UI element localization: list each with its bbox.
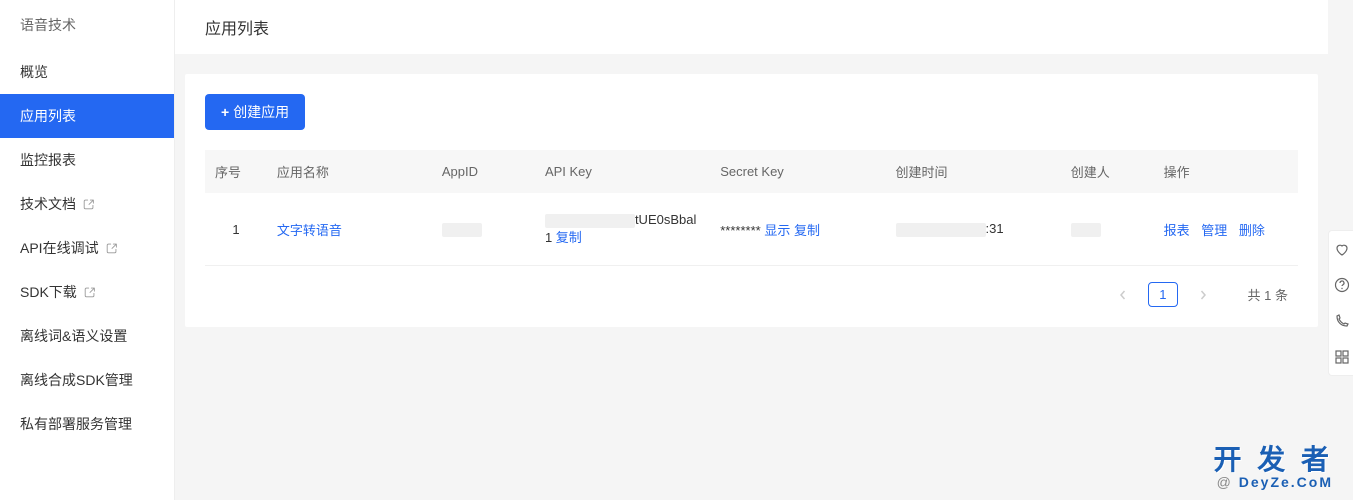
page-number-current[interactable]: 1 xyxy=(1148,282,1177,307)
th-action: 操作 xyxy=(1154,150,1298,193)
page-prev-button[interactable] xyxy=(1110,283,1136,307)
time-suffix: :31 xyxy=(986,221,1004,236)
page-total-text: 共 1 条 xyxy=(1248,285,1288,304)
watermark: 开 发 者 @ DeyZe.CoM xyxy=(1213,438,1333,490)
create-button-label: 创建应用 xyxy=(233,102,289,122)
th-secret: Secret Key xyxy=(710,150,885,193)
redacted-time-prefix xyxy=(896,223,986,237)
table-row: 1 文字转语音 tUE0sBbal1 复制 ******** xyxy=(205,193,1298,266)
external-link-icon xyxy=(105,241,119,255)
create-app-button[interactable]: + 创建应用 xyxy=(205,94,305,130)
th-appid: AppID xyxy=(432,150,535,193)
cell-creator xyxy=(1061,193,1154,266)
sidebar-header: 语音技术 xyxy=(0,0,174,50)
table-header-row: 序号 应用名称 AppID API Key Secret Key 创建时间 创建… xyxy=(205,150,1298,193)
redacted-apikey-prefix xyxy=(545,214,635,228)
float-toolbar xyxy=(1328,230,1353,376)
secret-show-link[interactable]: 显示 xyxy=(764,223,790,238)
app-name-link[interactable]: 文字转语音 xyxy=(277,223,342,238)
cell-appid xyxy=(432,193,535,266)
sidebar-item-label: 监控报表 xyxy=(20,150,76,170)
heart-icon xyxy=(1334,241,1350,257)
app-table: 序号 应用名称 AppID API Key Secret Key 创建时间 创建… xyxy=(205,150,1298,266)
sidebar-item-label: 应用列表 xyxy=(20,106,76,126)
sidebar: 语音技术 概览 应用列表 监控报表 技术文档 API在线调试 SDK下载 离线词… xyxy=(0,0,175,500)
float-help-button[interactable] xyxy=(1329,267,1353,303)
question-icon xyxy=(1334,277,1350,293)
sidebar-item-label: 技术文档 xyxy=(20,194,76,214)
watermark-main-text: 开 发 者 xyxy=(1213,438,1333,478)
action-delete-link[interactable]: 删除 xyxy=(1239,223,1265,238)
external-link-icon xyxy=(82,197,96,211)
chevron-right-icon xyxy=(1198,290,1208,300)
sidebar-item-sdk-download[interactable]: SDK下载 xyxy=(0,270,174,314)
redacted-creator xyxy=(1071,223,1101,237)
cell-action: 报表 管理 删除 xyxy=(1154,193,1298,266)
th-name: 应用名称 xyxy=(267,150,432,193)
sidebar-item-app-list[interactable]: 应用列表 xyxy=(0,94,174,138)
secret-masked: ******** xyxy=(720,223,760,238)
cell-apikey: tUE0sBbal1 复制 xyxy=(535,193,710,266)
page-title: 应用列表 xyxy=(175,0,1328,54)
page-next-button[interactable] xyxy=(1190,283,1216,307)
watermark-sub-text: @ DeyZe.CoM xyxy=(1213,474,1333,490)
sidebar-item-api-debug[interactable]: API在线调试 xyxy=(0,226,174,270)
phone-icon xyxy=(1334,313,1350,329)
th-apikey: API Key xyxy=(535,150,710,193)
th-seq: 序号 xyxy=(205,150,267,193)
float-favorite-button[interactable] xyxy=(1329,231,1353,267)
sidebar-item-label: 离线词&语义设置 xyxy=(20,326,127,346)
th-time: 创建时间 xyxy=(886,150,1061,193)
action-manage-link[interactable]: 管理 xyxy=(1201,223,1227,238)
sidebar-item-label: SDK下载 xyxy=(20,282,77,302)
sidebar-item-overview[interactable]: 概览 xyxy=(0,50,174,94)
float-contact-button[interactable] xyxy=(1329,303,1353,339)
grid-icon xyxy=(1334,349,1350,365)
apikey-copy-link[interactable]: 复制 xyxy=(556,230,582,245)
sidebar-item-offline-semantic[interactable]: 离线词&语义设置 xyxy=(0,314,174,358)
cell-time: :31 xyxy=(886,193,1061,266)
sidebar-item-monitor-report[interactable]: 监控报表 xyxy=(0,138,174,182)
secret-copy-link[interactable]: 复制 xyxy=(794,223,820,238)
cell-name: 文字转语音 xyxy=(267,193,432,266)
float-grid-button[interactable] xyxy=(1329,339,1353,375)
sidebar-item-tech-docs[interactable]: 技术文档 xyxy=(0,182,174,226)
content-card: + 创建应用 序号 应用名称 AppID API Key Secret Key … xyxy=(185,74,1318,327)
redacted-appid xyxy=(442,223,482,237)
sidebar-item-label: 私有部署服务管理 xyxy=(20,414,132,434)
plus-icon: + xyxy=(221,104,229,120)
cell-secret: ******** 显示 复制 xyxy=(710,193,885,266)
sidebar-item-label: 离线合成SDK管理 xyxy=(20,370,133,390)
sidebar-item-label: 概览 xyxy=(20,62,48,82)
sidebar-item-private-deploy[interactable]: 私有部署服务管理 xyxy=(0,402,174,446)
sidebar-item-offline-sdk[interactable]: 离线合成SDK管理 xyxy=(0,358,174,402)
action-report-link[interactable]: 报表 xyxy=(1164,223,1190,238)
cell-seq: 1 xyxy=(205,193,267,266)
external-link-icon xyxy=(83,285,97,299)
main-content: 应用列表 + 创建应用 序号 应用名称 AppID API Key Secret… xyxy=(175,0,1328,500)
th-creator: 创建人 xyxy=(1061,150,1154,193)
sidebar-item-label: API在线调试 xyxy=(20,238,99,258)
pagination: 1 共 1 条 xyxy=(205,282,1298,307)
chevron-left-icon xyxy=(1118,290,1128,300)
